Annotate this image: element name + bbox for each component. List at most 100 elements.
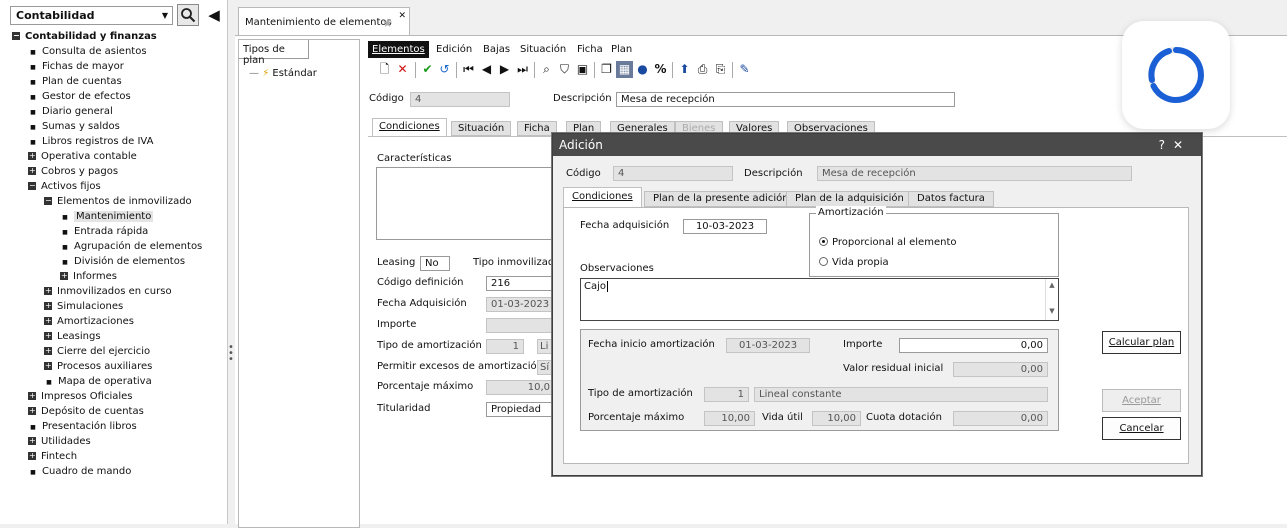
radio-proporcional[interactable]: Proporcional al elemento — [819, 236, 956, 250]
tree-item[interactable]: + Depósito de cuentas — [28, 404, 144, 419]
permitir-excesos-field[interactable]: Sí — [537, 360, 552, 375]
menu-edicion[interactable]: Edición — [432, 41, 476, 58]
filter-icon[interactable]: ⛉ — [556, 61, 573, 78]
expand-icon[interactable]: + — [28, 152, 36, 160]
tree-item[interactable]: ■ Consulta de asientos — [28, 44, 146, 59]
observaciones-textarea[interactable]: Cajo ▲ ▼ — [580, 278, 1059, 321]
expand-icon[interactable]: + — [44, 287, 52, 295]
tree-item[interactable]: − Activos fijos — [28, 179, 101, 194]
tab-condiciones[interactable]: Condiciones — [372, 118, 447, 136]
menu-elementos[interactable]: Elementos — [368, 41, 429, 58]
radio-vida-propia[interactable]: Vida propia — [819, 256, 889, 270]
expand-icon[interactable]: + — [44, 317, 52, 325]
tab-dlg-condiciones[interactable]: Condiciones — [563, 187, 642, 207]
aceptar-button[interactable]: Aceptar — [1102, 389, 1181, 412]
last-record-icon[interactable]: ⏭ — [514, 61, 531, 78]
expand-icon[interactable]: + — [28, 407, 36, 415]
collapse-icon[interactable]: − — [12, 32, 20, 40]
tree-item[interactable]: + Informes — [60, 269, 117, 284]
grid-view-icon[interactable]: ▦ — [616, 61, 633, 78]
calcular-plan-button[interactable]: Calcular plan — [1102, 331, 1181, 354]
tipo-amortizacion-desc[interactable]: Li — [537, 339, 552, 354]
collapse-icon[interactable]: − — [28, 182, 36, 190]
tree-item[interactable]: + Fintech — [28, 449, 77, 464]
print-icon[interactable]: ⎙ — [694, 61, 711, 78]
tipo-amortizacion-code[interactable]: 1 — [486, 339, 524, 354]
tab-situacion[interactable]: Situación — [451, 121, 512, 136]
tree-item[interactable]: + Inmovilizados en curso — [44, 284, 172, 299]
star-icon[interactable]: ★ — [382, 16, 393, 30]
tree-item[interactable]: + Cobros y pagos — [28, 164, 118, 179]
edit-icon[interactable]: ✎ — [736, 61, 753, 78]
tab-plan-presente-adicion[interactable]: Plan de la presente adición — [644, 191, 798, 207]
tab-plan-adquisicion[interactable]: Plan de la adquisición — [786, 191, 913, 207]
plan-item-estandar[interactable]: — ⚡ Estándar — [249, 68, 317, 79]
copy-icon[interactable]: ❐ — [598, 61, 615, 78]
tree-item[interactable]: ■ Mapa de operativa — [44, 374, 152, 389]
close-icon[interactable]: ✕ — [398, 11, 406, 21]
collapse-icon[interactable]: − — [44, 197, 52, 205]
expand-icon[interactable]: + — [44, 302, 52, 310]
vida-util-field[interactable]: 10,00 — [812, 411, 861, 426]
menu-plan[interactable]: Plan — [607, 41, 636, 58]
expand-icon[interactable]: + — [28, 452, 36, 460]
scrollbar[interactable]: ▲ ▼ — [1045, 279, 1058, 320]
percent-icon[interactable]: % — [652, 61, 669, 78]
fecha-inicio-field[interactable]: 01-03-2023 — [726, 338, 810, 353]
tree-item[interactable]: ■ Presentación libros — [28, 419, 137, 434]
cancelar-button[interactable]: Cancelar — [1102, 417, 1181, 440]
tab-datos-factura[interactable]: Datos factura — [908, 191, 994, 207]
tipo-amortizacion-desc[interactable]: Lineal constante — [754, 387, 1048, 402]
importe-field[interactable] — [486, 318, 552, 333]
expand-icon[interactable]: + — [44, 347, 52, 355]
search-button[interactable] — [177, 4, 199, 26]
tree-item[interactable]: ■ Gestor de efectos — [28, 89, 131, 104]
tree-item[interactable]: + Leasings — [44, 329, 101, 344]
confirm-check-icon[interactable]: ✔ — [419, 61, 436, 78]
collapse-sidebar-button[interactable]: ◀ — [204, 4, 224, 26]
tree-item[interactable]: ■ Fichas de mayor — [28, 59, 124, 74]
cuota-dotacion-field[interactable]: 0,00 — [953, 411, 1048, 426]
tree-item[interactable]: + Simulaciones — [44, 299, 123, 314]
tree-item[interactable]: ■ Agrupación de elementos — [60, 239, 202, 254]
delete-icon[interactable]: ✕ — [394, 61, 411, 78]
expand-icon[interactable]: + — [44, 332, 52, 340]
help-icon[interactable]: ? — [1159, 138, 1173, 152]
leasing-field[interactable]: No — [420, 256, 450, 271]
tree-item[interactable]: + Utilidades — [28, 434, 91, 449]
dialog-titlebar[interactable]: Adición ?✕ — [553, 134, 1201, 156]
form-view-icon[interactable]: ▣ — [574, 61, 591, 78]
export-icon[interactable]: ⎘ — [712, 61, 729, 78]
upload-icon[interactable]: ⬆ — [676, 61, 693, 78]
tree-item[interactable]: ■ División de elementos — [60, 254, 185, 269]
tree-item[interactable]: ■ Sumas y saldos — [28, 119, 120, 134]
expand-icon[interactable]: + — [28, 167, 36, 175]
tree-item[interactable]: + Cierre del ejercicio — [44, 344, 150, 359]
tree-item[interactable]: ■ Plan de cuentas — [28, 74, 122, 89]
search-icon[interactable]: ⌕ — [538, 61, 555, 78]
caracteristicas-textarea[interactable] — [376, 167, 556, 240]
expand-icon[interactable]: + — [60, 272, 68, 280]
titularidad-field[interactable]: Propiedad — [486, 402, 552, 417]
tree-item[interactable]: + Operativa contable — [28, 149, 137, 164]
codigo-field[interactable]: 4 — [410, 92, 510, 107]
tree-item[interactable]: ■ Libros registros de IVA — [28, 134, 153, 149]
fecha-adquisicion-field[interactable]: 01-03-2023 — [486, 297, 552, 312]
dlg-descripcion-field[interactable]: Mesa de recepción — [817, 166, 1132, 181]
tipo-amortizacion-code[interactable]: 1 — [704, 387, 749, 402]
first-record-icon[interactable]: ⏮ — [460, 61, 477, 78]
porcentaje-maximo-field[interactable]: 10,0 — [486, 380, 552, 395]
menu-situacion[interactable]: Situación — [516, 41, 570, 58]
porcentaje-maximo-field[interactable]: 10,00 — [704, 411, 755, 426]
splitter-handle[interactable]: • • • — [228, 343, 234, 365]
record-dot-icon[interactable]: ● — [634, 61, 651, 78]
fecha-adquisicion-field[interactable]: 10-03-2023 — [683, 219, 767, 234]
tab-ficha[interactable]: Ficha — [517, 121, 557, 136]
previous-record-icon[interactable]: ◀ — [478, 61, 495, 78]
tree-item[interactable]: − Elementos de inmovilizado — [44, 194, 192, 209]
descripcion-field[interactable]: Mesa de recepción — [616, 92, 955, 107]
tree-item[interactable]: ■ Mantenimiento — [60, 209, 154, 224]
tree-item[interactable]: + Impresos Oficiales — [28, 389, 133, 404]
menu-bajas[interactable]: Bajas — [479, 41, 514, 58]
tab-mantenimiento-elementos[interactable]: Mantenimiento de elementos ★ ✕ — [238, 7, 410, 35]
